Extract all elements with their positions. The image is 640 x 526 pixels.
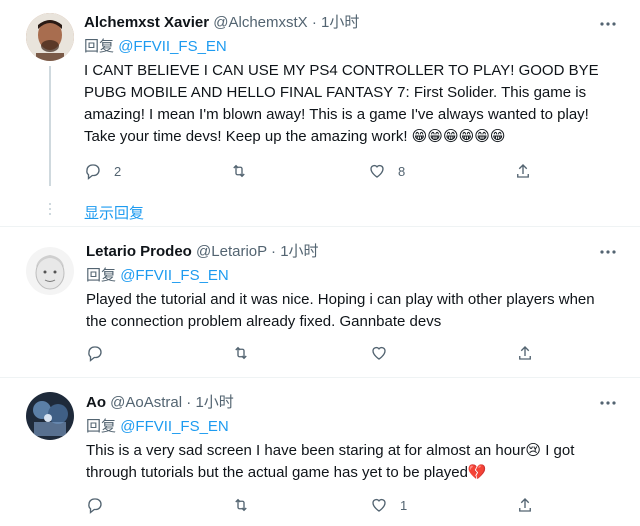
share-button[interactable] [516,495,534,515]
user-handle[interactable]: @AlchemxstX [213,14,307,31]
user-handle[interactable]: @LetarioP [196,243,267,260]
more-icon[interactable] [598,14,618,34]
grin-emoji: 😁😁😁😁😁😁 [411,128,506,145]
heart-icon [372,346,386,360]
display-name[interactable]: Alchemxst Xavier [84,14,209,31]
timestamp[interactable]: 1小时 [280,243,318,260]
tweet-header: Letario Prodeo @LetarioP · 1小时 [86,242,319,262]
more-icon[interactable] [598,242,618,262]
reply-mention[interactable]: @FFVII_FS_EN [118,38,227,55]
retweet-button[interactable] [232,343,250,363]
replying-to: 回复 @FFVII_FS_EN [84,37,227,57]
timestamp[interactable]: 1小时 [321,14,359,31]
reply-button[interactable] [86,495,116,515]
tweet-header: Alchemxst Xavier @AlchemxstX · 1小时 [84,13,359,33]
like-count: 8 [398,163,406,179]
more-icon[interactable] [598,393,618,413]
show-replies-link[interactable]: 显示回复 [84,202,144,223]
timestamp[interactable]: 1小时 [195,394,233,411]
separator-dot: · [271,243,277,260]
action-bar [86,343,626,363]
share-icon [517,164,529,178]
user-handle[interactable]: @AoAstral [110,394,182,411]
avatar-ao[interactable] [26,392,74,440]
reply-button[interactable]: 2 [84,161,121,181]
thread-dots [49,203,51,218]
crying-emoji: 😢 [525,442,542,459]
reply-mention[interactable]: @FFVII_FS_EN [120,267,229,284]
tweet-text-part-1: This is a very sad screen I have been st… [86,442,526,459]
avatar-letario[interactable] [26,247,74,295]
like-count: 1 [400,497,408,513]
retweet-icon [235,346,247,360]
replying-to: 回复 @FFVII_FS_EN [86,266,229,286]
tweet-text-content: I CANT BELIEVE I CAN USE MY PS4 CONTROLL… [84,62,599,145]
share-button[interactable] [516,343,534,363]
reply-button[interactable] [86,343,116,363]
like-button[interactable]: 8 [368,161,405,181]
replying-to: 回复 @FFVII_FS_EN [86,417,229,437]
tweet-ao[interactable]: Ao @AoAstral · 1小时 回复 @FFVII_FS_EN This … [0,378,640,526]
thread-line [49,66,51,186]
tweet-text: I CANT BELIEVE I CAN USE MY PS4 CONTROLL… [84,60,624,148]
reply-icon [88,498,102,514]
action-bar: 1 [86,495,626,515]
separator-dot: · [311,14,317,31]
heart-icon [370,164,384,178]
like-button[interactable]: 1 [370,495,407,515]
share-icon [519,346,531,360]
display-name[interactable]: Ao [86,394,106,411]
reply-prefix: 回复 [86,267,117,284]
broken-heart-emoji: 💔 [467,464,487,481]
retweet-icon [235,498,247,512]
tweet-header: Ao @AoAstral · 1小时 [86,393,234,413]
separator-dot: · [186,394,192,411]
share-button[interactable] [514,161,532,181]
retweet-icon [233,164,245,178]
reply-mention[interactable]: @FFVII_FS_EN [120,418,229,435]
heart-icon [372,498,386,512]
share-icon [519,498,531,512]
display-name[interactable]: Letario Prodeo [86,243,192,260]
tweet-letario[interactable]: Letario Prodeo @LetarioP · 1小时 回复 @FFVII… [0,227,640,376]
reply-prefix: 回复 [84,38,115,55]
tweet-text: Played the tutorial and it was nice. Hop… [86,291,595,330]
action-bar: 2 8 [84,161,624,181]
retweet-button[interactable] [230,161,248,181]
reply-prefix: 回复 [86,418,117,435]
retweet-button[interactable] [232,495,250,515]
avatar-alchemxst[interactable] [26,13,74,61]
like-button[interactable] [370,343,400,363]
tweet-alchemxst[interactable]: Alchemxst Xavier @AlchemxstX · 1小时 回复 @F… [0,0,640,226]
reply-icon [86,164,100,180]
reply-count: 2 [114,163,122,179]
tweet-text: This is a very sad screen I have been st… [86,440,616,484]
reply-icon [88,346,102,362]
